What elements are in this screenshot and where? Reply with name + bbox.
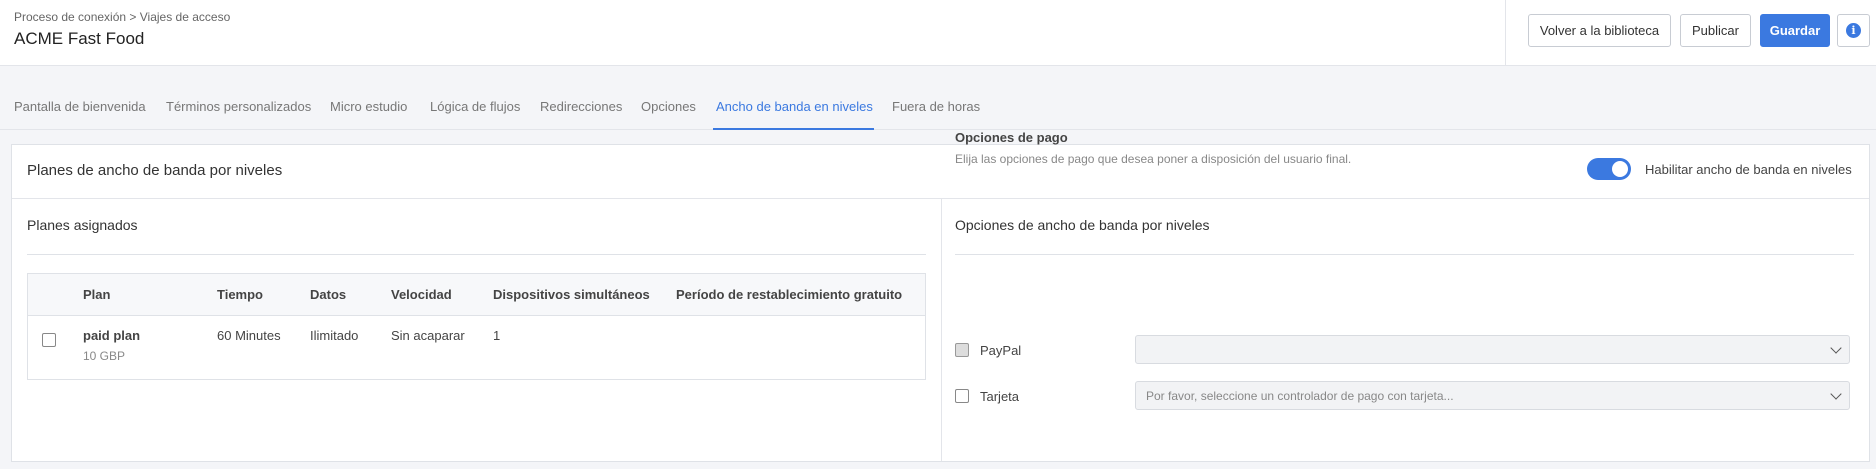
assigned-plans-title: Planes asignados (27, 217, 138, 233)
column-header-plan: Plan (83, 287, 111, 302)
chevron-down-icon (1830, 388, 1842, 400)
top-header: Proceso de conexión > Viajes de acceso A… (0, 0, 1876, 66)
tab-micro-study[interactable]: Micro estudio (330, 99, 407, 114)
column-header-devices: Dispositivos simultáneos (493, 287, 650, 302)
payment-options-description: Elija las opciones de pago que desea pon… (955, 152, 1352, 166)
tab-after-hours[interactable]: Fuera de horas (892, 99, 980, 114)
section-divider (27, 254, 926, 255)
card-checkbox[interactable] (955, 389, 969, 403)
section-divider (955, 254, 1854, 255)
table-header: Plan Tiempo Datos Velocidad Dispositivos… (28, 274, 925, 316)
payment-options-heading: Opciones de pago (955, 130, 1068, 145)
header-divider (1505, 0, 1506, 66)
save-button[interactable]: Guardar (1760, 14, 1830, 47)
plans-table: Plan Tiempo Datos Velocidad Dispositivos… (27, 273, 926, 380)
active-tab-indicator (713, 128, 874, 130)
card-title: Planes de ancho de banda por niveles (27, 162, 283, 179)
plan-speed: Sin acaparar (391, 328, 465, 343)
plan-time: 60 Minutes (217, 328, 281, 343)
column-divider (941, 199, 942, 461)
column-header-data: Datos (310, 287, 347, 302)
info-button[interactable]: i (1837, 14, 1870, 47)
column-header-time: Tiempo (217, 287, 263, 302)
toggle-knob (1612, 161, 1628, 177)
page-title: ACME Fast Food (14, 29, 145, 48)
tab-options[interactable]: Opciones (641, 99, 696, 114)
card-select-value: Por favor, seleccione un controlador de … (1146, 388, 1454, 403)
breadcrumb: Proceso de conexión > Viajes de acceso (14, 10, 231, 24)
column-header-reset-period: Período de restablecimiento gratuito (676, 287, 903, 302)
paypal-controller-select[interactable] (1135, 335, 1850, 364)
plan-devices: 1 (493, 328, 501, 343)
plan-data: Ilimitado (310, 328, 359, 343)
paypal-checkbox[interactable] (955, 343, 969, 357)
tab-redirects[interactable]: Redirecciones (540, 99, 622, 114)
tab-tiered-bandwidth[interactable]: Ancho de banda en niveles (716, 99, 873, 114)
bandwidth-options-title: Opciones de ancho de banda por niveles (955, 217, 1210, 233)
tab-flow-logic[interactable]: Lógica de flujos (430, 99, 520, 114)
chevron-down-icon (1830, 342, 1842, 354)
plan-row-checkbox[interactable] (42, 333, 56, 347)
paypal-label: PayPal (980, 343, 1022, 358)
plan-price: 10 GBP (83, 349, 126, 363)
back-to-library-button[interactable]: Volver a la biblioteca (1528, 14, 1671, 47)
card-label: Tarjeta (980, 389, 1020, 404)
enable-tiered-bandwidth-toggle[interactable] (1587, 158, 1631, 180)
info-icon: i (1846, 23, 1861, 38)
publish-button[interactable]: Publicar (1680, 14, 1751, 47)
column-header-speed: Velocidad (391, 287, 452, 302)
tiered-bandwidth-card: Planes de ancho de banda por niveles Hab… (11, 144, 1870, 462)
tab-custom-terms[interactable]: Términos personalizados (166, 99, 311, 114)
toggle-label: Habilitar ancho de banda en niveles (1645, 162, 1852, 177)
tab-welcome-screen[interactable]: Pantalla de bienvenida (14, 99, 146, 114)
tab-bar: Pantalla de bienvenida Términos personal… (0, 90, 1876, 130)
plan-name: paid plan (83, 328, 141, 343)
card-controller-select[interactable]: Por favor, seleccione un controlador de … (1135, 381, 1850, 410)
